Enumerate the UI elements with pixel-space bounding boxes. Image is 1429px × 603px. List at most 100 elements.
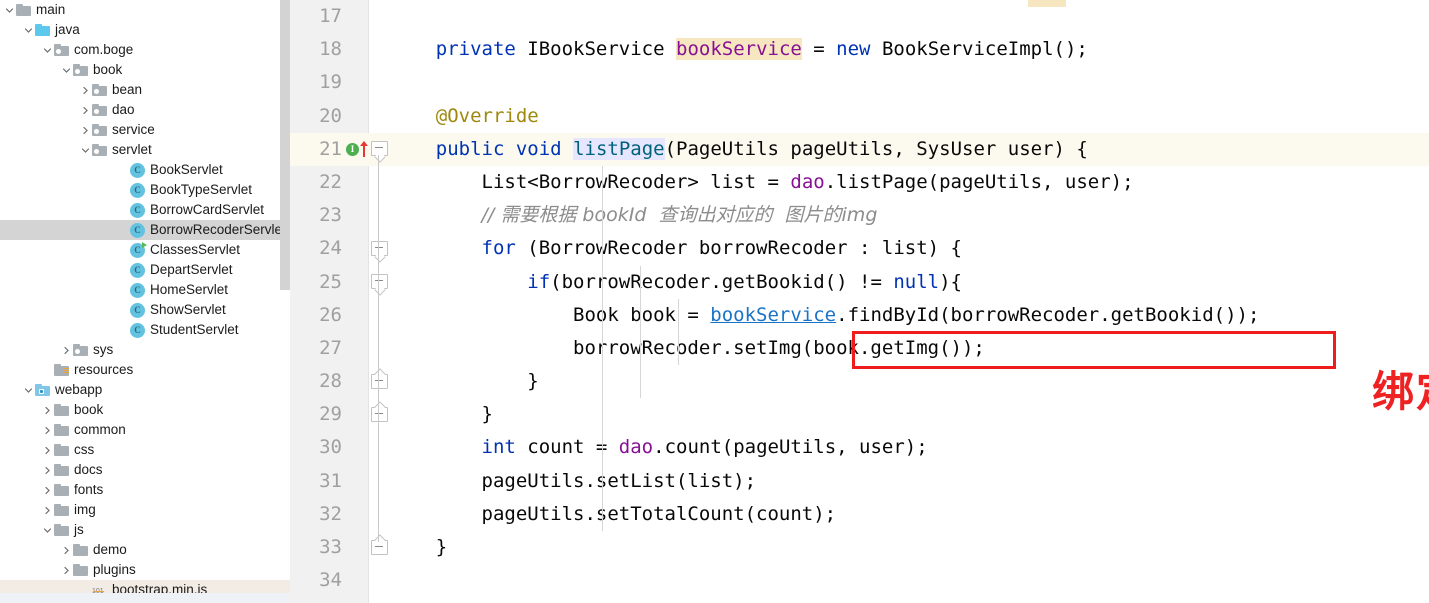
tree-item-img[interactable]: img	[0, 500, 290, 520]
chevron-right-icon[interactable]	[60, 560, 72, 580]
sidebar-scrollbar-track[interactable]	[280, 0, 290, 603]
code-line-28[interactable]: 28 }	[290, 365, 1429, 398]
chevron-down-icon[interactable]	[3, 0, 15, 20]
tree-item-classesservlet[interactable]: C ClassesServlet	[0, 240, 290, 260]
code-text[interactable]: // 需要根据 bookId 查询出对应的 图片的img	[390, 199, 878, 232]
code-line-33[interactable]: 33 }	[290, 531, 1429, 564]
tree-item-book[interactable]: book	[0, 400, 290, 420]
tree-item-js[interactable]: js	[0, 520, 290, 540]
chevron-right-icon[interactable]	[41, 480, 53, 500]
tree-item-plugins[interactable]: plugins	[0, 560, 290, 580]
tree-item-sys[interactable]: sys	[0, 340, 290, 360]
chevron-right-icon[interactable]	[41, 420, 53, 440]
tree-item-docs[interactable]: docs	[0, 460, 290, 480]
fold-open-icon[interactable]	[369, 266, 389, 299]
code-line-31[interactable]: 31 pageUtils.setList(list);	[290, 465, 1429, 498]
code-line-29[interactable]: 29 }	[290, 398, 1429, 431]
code-text[interactable]: int count = dao.count(pageUtils, user);	[390, 431, 928, 464]
tree-item-label: docs	[74, 462, 103, 477]
override-arrow-icon[interactable]	[360, 141, 368, 158]
code-editor-panel[interactable]: 17 18 private IBookService bookService = …	[290, 0, 1429, 603]
tree-item-homeservlet[interactable]: C HomeServlet	[0, 280, 290, 300]
code-text[interactable]: }	[390, 531, 447, 564]
chevron-down-icon[interactable]	[22, 20, 34, 40]
tree-item-fonts[interactable]: fonts	[0, 480, 290, 500]
code-text[interactable]: if(borrowRecoder.getBookid() != null){	[390, 266, 962, 299]
tree-item-icon	[34, 380, 51, 400]
chevron-right-icon[interactable]	[41, 440, 53, 460]
code-line-25[interactable]: 25 if(borrowRecoder.getBookid() != null)…	[290, 266, 1429, 299]
tree-item-servlet[interactable]: servlet	[0, 140, 290, 160]
chevron-right-icon[interactable]	[79, 100, 91, 120]
chevron-right-icon[interactable]	[79, 80, 91, 100]
code-text[interactable]: @Override	[390, 100, 539, 133]
project-tree-panel[interactable]: main java com.boge book bean dao service servle…	[0, 0, 290, 603]
tree-item-webapp[interactable]: webapp	[0, 380, 290, 400]
code-line-20[interactable]: 20 @Override	[290, 100, 1429, 133]
code-text[interactable]: pageUtils.setList(list);	[390, 465, 757, 498]
tree-item-studentservlet[interactable]: C StudentServlet	[0, 320, 290, 340]
tree-item-common[interactable]: common	[0, 420, 290, 440]
code-line-18[interactable]: 18 private IBookService bookService = ne…	[290, 33, 1429, 66]
code-line-17[interactable]: 17	[290, 0, 1429, 33]
chevron-down-icon[interactable]	[79, 140, 91, 160]
tree-item-resources[interactable]: resources	[0, 360, 290, 380]
code-text[interactable]: public void listPage(PageUtils pageUtils…	[390, 133, 1088, 166]
folder-icon	[54, 484, 69, 496]
code-line-30[interactable]: 30 int count = dao.count(pageUtils, user…	[290, 431, 1429, 464]
chevron-right-icon[interactable]	[79, 120, 91, 140]
code-line-32[interactable]: 32 pageUtils.setTotalCount(count);	[290, 498, 1429, 531]
chevron-down-icon[interactable]	[41, 40, 53, 60]
code-line-22[interactable]: 22 List<BorrowRecoder> list = dao.listPa…	[290, 166, 1429, 199]
gutter-icons[interactable]: I	[346, 133, 368, 166]
tree-item-bean[interactable]: bean	[0, 80, 290, 100]
line-number: 30	[319, 436, 342, 459]
code-text[interactable]: for (BorrowRecoder borrowRecoder : list)…	[390, 232, 962, 265]
fold-open-icon[interactable]	[369, 133, 389, 166]
tree-item-demo[interactable]: demo	[0, 540, 290, 560]
code-text[interactable]: }	[390, 398, 493, 431]
chevron-right-icon[interactable]	[60, 340, 72, 360]
tree-item-java[interactable]: java	[0, 20, 290, 40]
code-text[interactable]: borrowRecoder.setImg(book.getImg());	[390, 332, 985, 365]
tree-item-borrowrecoderservlet[interactable]: C BorrowRecoderServlet	[0, 220, 290, 240]
line-number: 20	[319, 104, 342, 127]
code-text[interactable]: pageUtils.setTotalCount(count);	[390, 498, 837, 531]
tree-item-borrowcardservlet[interactable]: C BorrowCardServlet	[0, 200, 290, 220]
code-text[interactable]: }	[390, 365, 538, 398]
code-text[interactable]: Book book = bookService.findById(borrowR…	[390, 299, 1259, 332]
tree-item-departservlet[interactable]: C DepartServlet	[0, 260, 290, 280]
code-text[interactable]: List<BorrowRecoder> list = dao.listPage(…	[390, 166, 1134, 199]
tree-item-css[interactable]: css	[0, 440, 290, 460]
tree-item-main[interactable]: main	[0, 0, 290, 20]
chevron-down-icon[interactable]	[60, 60, 72, 80]
fold-open-icon[interactable]	[369, 232, 389, 265]
tree-item-com-boge[interactable]: com.boge	[0, 40, 290, 60]
tree-item-booktypeservlet[interactable]: C BookTypeServlet	[0, 180, 290, 200]
chevron-right-icon[interactable]	[41, 500, 53, 520]
code-line-26[interactable]: 26 Book book = bookService.findById(borr…	[290, 299, 1429, 332]
fold-close-icon[interactable]	[369, 365, 389, 398]
fold-close-icon[interactable]	[369, 531, 389, 564]
fold-close-icon[interactable]	[369, 398, 389, 431]
tree-item-service[interactable]: service	[0, 120, 290, 140]
implemented-method-icon[interactable]: I	[346, 142, 359, 156]
chevron-right-icon[interactable]	[60, 540, 72, 560]
code-line-19[interactable]: 19	[290, 66, 1429, 99]
tree-item-showservlet[interactable]: C ShowServlet	[0, 300, 290, 320]
chevron-down-icon[interactable]	[22, 380, 34, 400]
tree-item-bookservlet[interactable]: C BookServlet	[0, 160, 290, 180]
code-line-27[interactable]: 27 borrowRecoder.setImg(book.getImg());	[290, 332, 1429, 365]
code-text[interactable]: private IBookService bookService = new B…	[390, 33, 1088, 66]
chevron-down-icon[interactable]	[41, 520, 53, 540]
code-line-34[interactable]: 34	[290, 564, 1429, 597]
code-line-21[interactable]: 21 I public void listPage(PageUtils pageU…	[290, 132, 1429, 166]
code-line-24[interactable]: 24 for (BorrowRecoder borrowRecoder : li…	[290, 232, 1429, 265]
tree-item-icon	[53, 40, 70, 60]
chevron-right-icon[interactable]	[41, 460, 53, 480]
code-line-23[interactable]: 23 // 需要根据 bookId 查询出对应的 图片的img	[290, 199, 1429, 232]
sidebar-scrollbar-thumb[interactable]	[280, 0, 290, 290]
tree-item-book[interactable]: book	[0, 60, 290, 80]
chevron-right-icon[interactable]	[41, 400, 53, 420]
tree-item-dao[interactable]: dao	[0, 100, 290, 120]
